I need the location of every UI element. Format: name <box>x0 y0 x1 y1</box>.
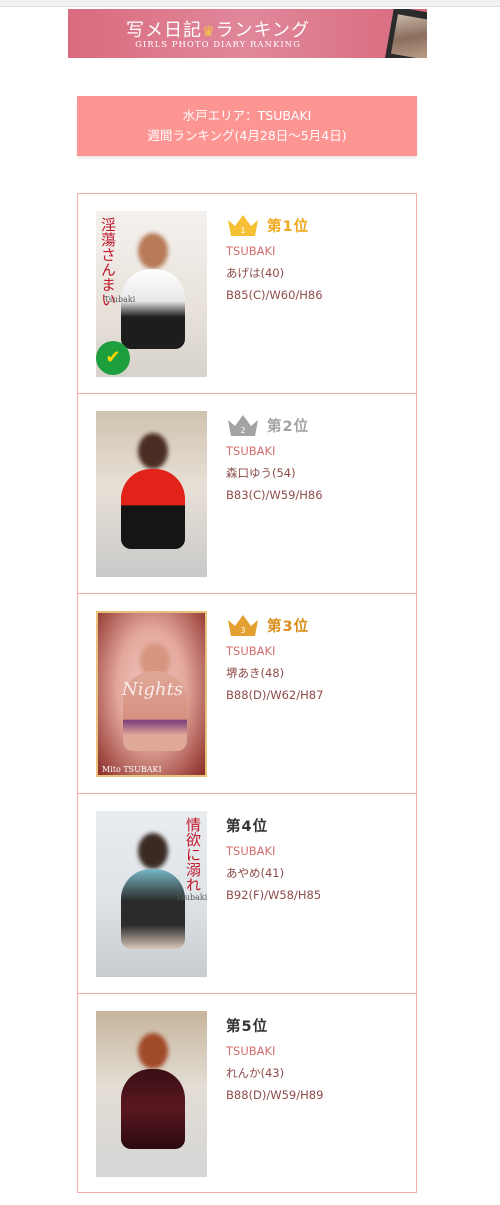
shop-link[interactable]: TSUBAKI <box>226 1044 406 1058</box>
entry-info: 第5位 TSUBAKI れんか(43) B88(D)/W59/H89 <box>226 1012 406 1103</box>
rank-label: 第1位 <box>267 218 310 235</box>
gold-crown-icon: 1 <box>226 212 260 238</box>
ranking-list: 淫蕩さんまい ✔ Tsubaki 1 第1位 TSUBAKI あげは(40) B… <box>77 193 417 1193</box>
beginner-badge-icon: ✔ <box>96 341 130 375</box>
girl-photo[interactable]: 情欲に溺れ Tsubaki <box>96 811 207 977</box>
girl-measurements: B83(C)/W59/H86 <box>226 488 323 502</box>
girl-photo[interactable] <box>96 411 207 577</box>
banner-title-part: 写メ日記 <box>125 20 202 41</box>
crown-number: 1 <box>240 226 245 235</box>
ranking-card[interactable]: 淫蕩さんまい ✔ Tsubaki 1 第1位 TSUBAKI あげは(40) B… <box>78 194 416 394</box>
ranking-period: 週間ランキング(4月28日〜5月4日) <box>147 128 347 143</box>
photo-caption: Tsubaki <box>176 893 207 902</box>
entry-info: 2 第2位 TSUBAKI 森口ゆう(54) B83(C)/W59/H86 <box>226 412 406 502</box>
girl-name[interactable]: れんか(43) <box>226 1066 406 1080</box>
area-title: 水戸エリア：TSUBAKI <box>182 108 312 123</box>
photo-logo: Nights <box>122 679 184 700</box>
ranking-card[interactable]: 情欲に溺れ Tsubaki 第4位 TSUBAKI あやめ(41) B92(F)… <box>78 794 416 994</box>
rank-row: 第5位 <box>226 1012 406 1038</box>
photo-caption: Tsubaki <box>104 295 136 304</box>
crown-number: 3 <box>240 626 245 635</box>
girl-measurements: B85(C)/W60/H86 <box>226 288 323 302</box>
bronze-crown-icon: 3 <box>226 612 260 638</box>
banner-title-part: ランキング <box>215 20 311 41</box>
entry-info: 3 第3位 TSUBAKI 堺あき(48) B88(D)/W62/H87 <box>226 612 406 702</box>
photo-caption: Mito TSUBAKI <box>102 765 162 774</box>
girl-measurements: B88(D)/W59/H89 <box>226 1088 324 1102</box>
area-ranking-header: 水戸エリア：TSUBAKI 週間ランキング(4月28日〜5月4日) <box>77 96 417 156</box>
rank-label: 第2位 <box>267 418 310 435</box>
photo-diary-ranking-banner[interactable]: 写メ日記♛ランキング GIRLS PHOTO DIARY RANKING <box>68 9 427 58</box>
photo-overlay-text: 淫蕩さんまい <box>99 217 117 307</box>
silver-crown-icon: 2 <box>226 412 260 438</box>
ranking-card[interactable]: 第5位 TSUBAKI れんか(43) B88(D)/W59/H89 <box>78 994 416 1194</box>
girl-name[interactable]: 堺あき(48) <box>226 666 406 680</box>
girl-photo[interactable]: Nights Mito TSUBAKI <box>96 611 207 777</box>
girl-name[interactable]: あやめ(41) <box>226 866 406 880</box>
entry-info: 1 第1位 TSUBAKI あげは(40) B85(C)/W60/H86 <box>226 212 406 302</box>
entry-info: 第4位 TSUBAKI あやめ(41) B92(F)/W58/H85 <box>226 812 406 903</box>
rank-row: 1 第1位 <box>226 212 406 238</box>
girl-name[interactable]: 森口ゆう(54) <box>226 466 406 480</box>
rank-row: 3 第3位 <box>226 612 406 638</box>
ranking-card[interactable]: Nights Mito TSUBAKI 3 第3位 TSUBAKI 堺あき(48… <box>78 594 416 794</box>
shop-link[interactable]: TSUBAKI <box>226 444 406 458</box>
photo-overlay-text: 情欲に溺れ <box>184 817 202 892</box>
crown-number: 2 <box>240 426 245 435</box>
girl-photo[interactable] <box>96 1011 207 1177</box>
browser-top-bar <box>0 0 500 7</box>
girl-measurements: B88(D)/W62/H87 <box>226 688 324 702</box>
girl-photo[interactable]: 淫蕩さんまい ✔ Tsubaki <box>96 211 207 377</box>
banner-subtitle: GIRLS PHOTO DIARY RANKING <box>135 40 301 50</box>
shop-link[interactable]: TSUBAKI <box>226 644 406 658</box>
shop-link[interactable]: TSUBAKI <box>226 844 406 858</box>
rank-label: 第4位 <box>226 818 269 835</box>
girl-name[interactable]: あげは(40) <box>226 266 406 280</box>
banner-title: 写メ日記♛ランキング <box>68 16 368 42</box>
crown-icon: ♛ <box>201 24 216 40</box>
shop-link[interactable]: TSUBAKI <box>226 244 406 258</box>
girl-measurements: B92(F)/W58/H85 <box>226 888 322 902</box>
rank-label: 第5位 <box>226 1018 269 1035</box>
rank-row: 2 第2位 <box>226 412 406 438</box>
smartphone-icon <box>384 9 427 58</box>
rank-label: 第3位 <box>267 618 310 635</box>
ranking-card[interactable]: 2 第2位 TSUBAKI 森口ゆう(54) B83(C)/W59/H86 <box>78 394 416 594</box>
rank-row: 第4位 <box>226 812 406 838</box>
